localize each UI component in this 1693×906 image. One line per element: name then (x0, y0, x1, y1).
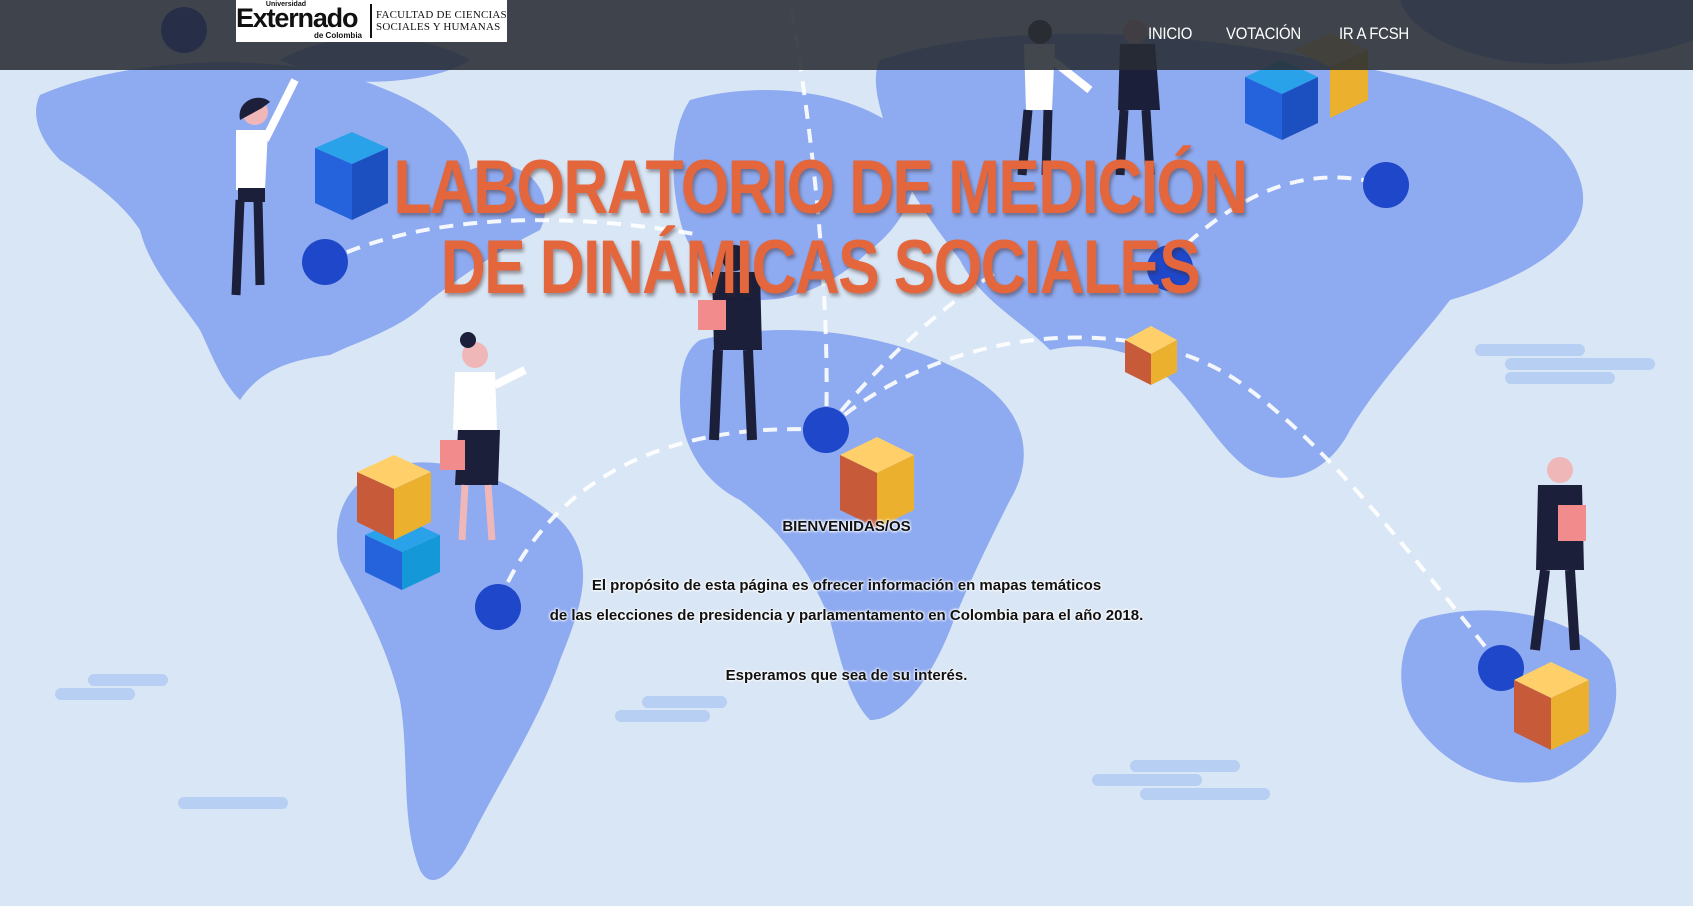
main-nav: INICIO VOTACIÓN IR A FCSH (1148, 24, 1419, 44)
welcome-heading: BIENVENIDAS/OS (782, 518, 911, 535)
hero-title-line1: LABORATORIO DE MEDICIÓN (393, 145, 1248, 230)
nav-link-ir-a-fcsh[interactable]: IR A FCSH (1339, 24, 1409, 44)
logo-university-sub: de Colombia (313, 31, 362, 40)
logo-university-name: Externado (236, 3, 358, 33)
welcome-text-line2: de las elecciones de presidencia y parla… (549, 607, 1144, 624)
top-navigation-bar: Universidad Externado de Colombia FACULT… (0, 0, 1693, 70)
hero-title: LABORATORIO DE MEDICIÓN DE DINÁMICAS SOC… (353, 148, 1288, 308)
welcome-text-line1: El propósito de esta página es ofrecer i… (591, 577, 1102, 594)
logo-divider (370, 4, 372, 38)
world-map-illustration (0, 0, 1693, 906)
cube-yellow-africa (840, 437, 914, 528)
nav-link-votacion[interactable]: VOTACIÓN (1226, 24, 1301, 44)
logo-faculty-line1: FACULTAD DE CIENCIAS (376, 9, 507, 21)
hero-title-line2: DE DINÁMICAS SOCIALES (440, 225, 1201, 310)
logo-faculty: FACULTAD DE CIENCIAS SOCIALES Y HUMANAS (376, 9, 507, 33)
nav-link-inicio[interactable]: INICIO (1148, 24, 1192, 44)
welcome-text-closing: Esperamos que sea de su interés. (725, 667, 968, 684)
university-logo[interactable]: Universidad Externado de Colombia FACULT… (236, 0, 507, 42)
logo-wordmark: Universidad Externado de Colombia (236, 0, 366, 42)
logo-faculty-line2: SOCIALES Y HUMANAS (376, 21, 501, 33)
